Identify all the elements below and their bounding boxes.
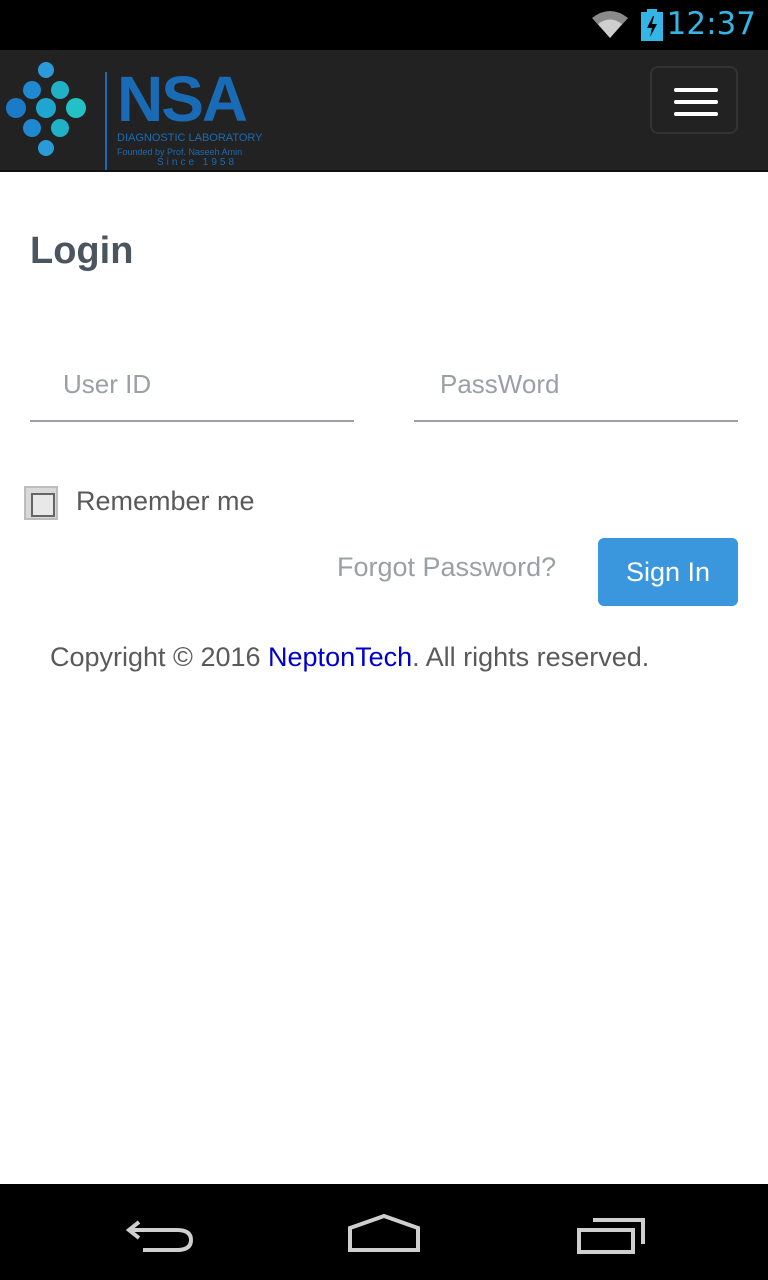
remember-checkbox[interactable] <box>24 486 58 520</box>
status-bar: 12:37 <box>0 0 768 50</box>
recent-apps-icon[interactable] <box>575 1216 647 1256</box>
wifi-icon <box>592 11 628 38</box>
password-input[interactable] <box>414 352 738 416</box>
android-nav-bar <box>0 1184 768 1280</box>
menu-icon-bar <box>674 100 718 104</box>
brand-name: NSA <box>117 63 248 135</box>
battery-icon <box>641 9 663 41</box>
dna-logo-icon <box>6 62 86 156</box>
forgot-password-link[interactable]: Forgot Password? <box>337 552 556 583</box>
copyright-suffix: . All rights reserved. <box>412 642 650 672</box>
copyright-footer: Copyright © 2016 NeptonTech. All rights … <box>50 642 649 673</box>
home-icon[interactable] <box>346 1214 422 1254</box>
brand-subtitle: DIAGNOSTIC LABORATORY <box>117 132 263 144</box>
page-title: Login <box>30 230 134 272</box>
brand-logo[interactable]: NSA DIAGNOSTIC LABORATORY Founded by Pro… <box>2 60 262 170</box>
company-link[interactable]: NeptonTech <box>268 642 412 672</box>
remember-label: Remember me <box>76 486 255 516</box>
back-icon[interactable] <box>125 1214 195 1254</box>
hamburger-menu-button[interactable] <box>650 66 738 134</box>
menu-icon-bar <box>674 112 718 116</box>
sign-in-button[interactable]: Sign In <box>598 538 738 606</box>
userid-input[interactable] <box>30 352 354 416</box>
status-time: 12:37 <box>666 6 756 42</box>
copyright-prefix: Copyright © 2016 <box>50 642 269 672</box>
brand-since: Since 1958 <box>157 157 238 168</box>
userid-field <box>30 352 354 422</box>
menu-icon-bar <box>674 88 718 92</box>
logo-divider <box>105 72 107 170</box>
brand-founder: Founded by Prof. Naseeh Amin <box>117 147 243 157</box>
top-navbar: NSA DIAGNOSTIC LABORATORY Founded by Pro… <box>0 50 768 172</box>
password-field <box>414 352 738 422</box>
